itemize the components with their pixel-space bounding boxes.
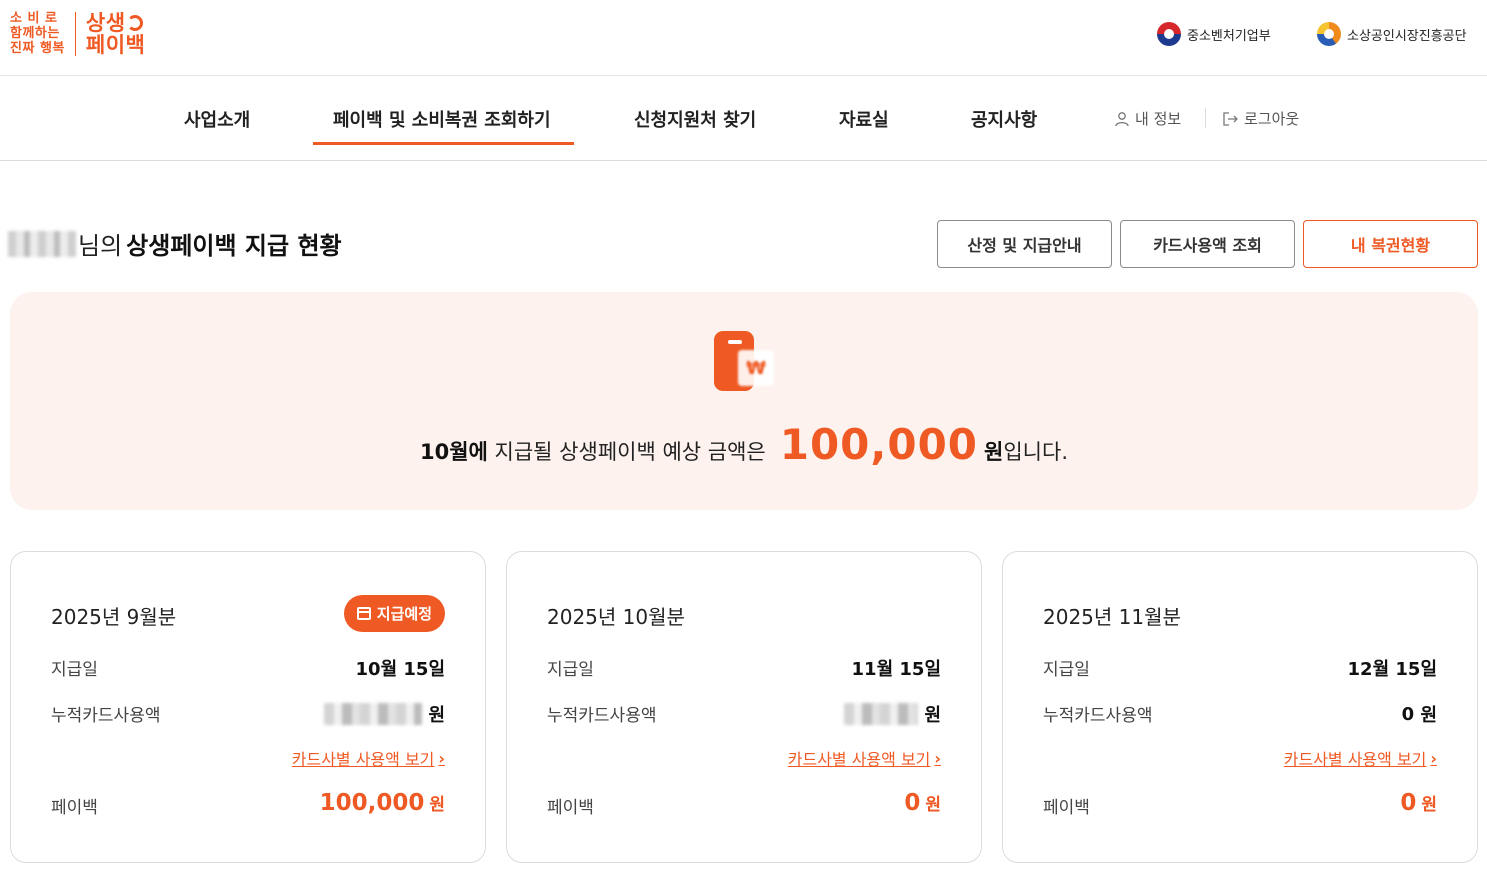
usage-value: 원: [844, 701, 941, 727]
my-info-link[interactable]: 내 정보: [1114, 108, 1181, 129]
usage-label: 누적카드사용액: [1043, 706, 1153, 726]
masked-usage-amount: [844, 703, 919, 725]
payback-amount: 0: [1400, 790, 1417, 816]
usage-value: 0 원: [1402, 701, 1437, 727]
card-breakdown-link[interactable]: 카드사별 사용액 보기 ›: [1284, 746, 1437, 770]
pay-date-value: 12월 15일: [1347, 659, 1437, 680]
ministry-semas-label: 소상공인시장진흥공단: [1347, 28, 1467, 44]
payback-card-oct: 2025년 10월분 지급일 11월 15일 누적카드사용액 원 카드사별 사용…: [506, 551, 982, 863]
payback-amount: 100,000: [319, 790, 425, 816]
semas-emblem-icon: [1317, 22, 1341, 46]
payback-label: 페이백: [1043, 798, 1090, 818]
payback-label: 페이백: [51, 798, 98, 818]
status-badge-label: 지급예정: [376, 605, 432, 623]
nav-divider: [1205, 108, 1206, 128]
chevron-right-icon: ›: [438, 748, 445, 768]
card-title: 2025년 10월분: [547, 605, 685, 629]
payback-card-sep: 2025년 9월분 지급예정 지급일 10월 15일 누적카드사용액 원 카드사…: [10, 551, 486, 863]
logo-brand: 상생 페이백: [86, 12, 145, 56]
masked-user-name: [8, 230, 76, 257]
ministry-sme-label: 중소벤처기업부: [1187, 28, 1271, 44]
payback-value: 0 원: [1400, 790, 1437, 816]
card-breakdown-label: 카드사별 사용액 보기: [291, 750, 435, 769]
top-header: 소 비 로 함께하는 진짜 행복 상생 페이백 중소벤처기업부 소상공인시장진흥…: [0, 0, 1487, 76]
chevron-right-icon: ›: [1430, 748, 1437, 768]
summary-month: 10월에: [419, 440, 488, 464]
status-badge: 지급예정: [343, 595, 445, 632]
summary-end-text: 입니다.: [1003, 440, 1068, 464]
logout-icon: [1223, 111, 1238, 126]
nav-item-notice[interactable]: 공지사항: [971, 106, 1037, 132]
payback-unit: 원: [925, 795, 941, 815]
usage-amount: 0: [1401, 703, 1415, 725]
ministry-semas-link[interactable]: 소상공인시장진흥공단: [1317, 22, 1467, 46]
usage-unit: 원: [924, 705, 941, 726]
calendar-icon: [356, 607, 371, 620]
pay-date-label: 지급일: [547, 660, 594, 680]
usage-unit: 원: [1420, 705, 1437, 726]
payback-unit: 원: [1421, 795, 1437, 815]
card-breakdown-link[interactable]: 카드사별 사용액 보기 ›: [292, 746, 445, 770]
usage-value: 원: [324, 701, 445, 727]
chevron-right-icon: ›: [934, 748, 941, 768]
summary-mid-text: 지급될 상생페이백 예상 금액은: [494, 440, 766, 464]
card-breakdown-label: 카드사별 사용액 보기: [1283, 750, 1427, 769]
main-nav: 사업소개 페이백 및 소비복권 조회하기 신청지원처 찾기 자료실 공지사항 내…: [0, 76, 1487, 161]
payback-card-nov: 2025년 11월분 지급일 12월 15일 누적카드사용액 0 원 카드사별 …: [1002, 551, 1478, 863]
logo-divider: [74, 11, 76, 56]
ministry-sme-link[interactable]: 중소벤처기업부: [1157, 22, 1271, 46]
my-info-label: 내 정보: [1135, 110, 1182, 128]
pay-date-label: 지급일: [1043, 660, 1090, 680]
nav-item-intro[interactable]: 사업소개: [184, 106, 250, 132]
nav-item-resources[interactable]: 자료실: [839, 106, 889, 132]
payback-amount: 0: [904, 790, 921, 816]
title-suffix: 님의: [78, 232, 123, 260]
swirl-icon: [126, 14, 143, 31]
nav-active-indicator: [313, 142, 574, 145]
pay-date-label: 지급일: [51, 660, 98, 680]
summary-unit: 원: [984, 440, 1004, 464]
payback-unit: 원: [429, 795, 445, 815]
pay-date-value: 11월 15일: [851, 659, 941, 680]
taegeuk-emblem-icon: [1157, 22, 1181, 46]
logo-slogan: 소 비 로 함께하는 진짜 행복: [10, 11, 65, 56]
guide-button[interactable]: 산정 및 지급안내: [937, 220, 1112, 268]
brand-line: 페이백: [85, 32, 146, 57]
my-lottery-button[interactable]: 내 복권현황: [1303, 220, 1478, 268]
wallet-won-icon: ₩: [713, 331, 775, 393]
site-logo[interactable]: 소 비 로 함께하는 진짜 행복 상생 페이백: [10, 11, 145, 56]
usage-label: 누적카드사용액: [51, 706, 161, 726]
payback-value: 0 원: [904, 790, 941, 816]
payback-value: 100,000 원: [320, 790, 445, 816]
payback-label: 페이백: [547, 798, 594, 818]
summary-amount: 100,000: [779, 420, 979, 469]
card-breakdown-label: 카드사별 사용액 보기: [787, 750, 931, 769]
usage-label: 누적카드사용액: [547, 706, 657, 726]
logout-label: 로그아웃: [1244, 110, 1300, 128]
slogan-line: 진짜 행복: [10, 41, 65, 56]
usage-unit: 원: [428, 705, 445, 726]
brand-line: 상생: [85, 10, 126, 35]
nav-item-payback-lookup[interactable]: 페이백 및 소비복권 조회하기: [333, 106, 551, 132]
payback-summary-text: 10월에 지급될 상생페이백 예상 금액은 100,000 원 입니다.: [10, 420, 1478, 469]
title-main: 상생페이백 지급 현황: [126, 232, 342, 260]
slogan-line: 소 비 로: [10, 11, 58, 26]
user-icon: [1115, 111, 1129, 126]
card-title: 2025년 11월분: [1043, 605, 1181, 629]
logout-link[interactable]: 로그아웃: [1222, 108, 1299, 129]
card-title: 2025년 9월분: [51, 605, 177, 629]
slogan-line: 함께하는: [10, 26, 60, 41]
payback-summary-banner: ₩ 10월에 지급될 상생페이백 예상 금액은 100,000 원 입니다.: [10, 292, 1478, 510]
card-usage-button[interactable]: 카드사용액 조회: [1120, 220, 1295, 268]
page-title: 님의 상생페이백 지급 현황: [8, 226, 342, 261]
card-breakdown-link[interactable]: 카드사별 사용액 보기 ›: [788, 746, 941, 770]
masked-usage-amount: [324, 703, 423, 725]
pay-date-value: 10월 15일: [355, 659, 445, 680]
nav-item-find-support[interactable]: 신청지원처 찾기: [634, 106, 756, 132]
